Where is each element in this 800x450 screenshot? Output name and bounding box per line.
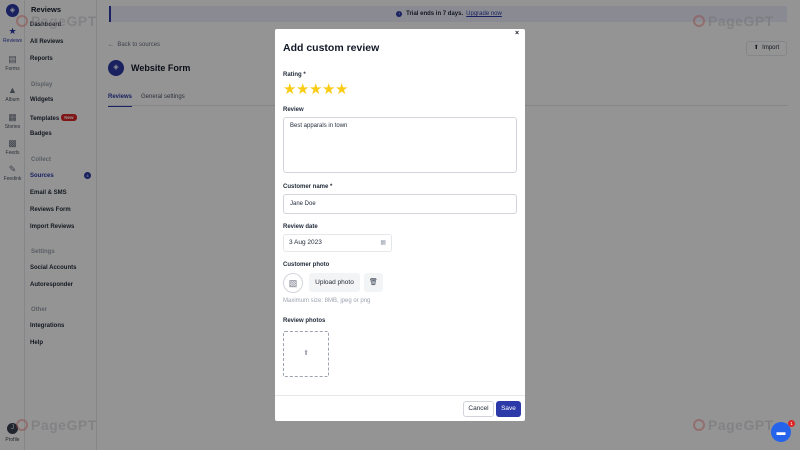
modal-title: Add custom review — [283, 42, 380, 54]
star-icon[interactable]: ★ — [322, 82, 335, 97]
rating-label: Rating * — [283, 72, 306, 78]
cancel-button[interactable]: Cancel — [463, 401, 494, 417]
review-date-label: Review date — [283, 224, 318, 230]
save-button[interactable]: Save — [496, 401, 521, 417]
chat-icon: ▬ — [776, 427, 786, 437]
upload-icon: ⬆ — [303, 350, 309, 357]
chat-notification-badge: 1 — [788, 420, 795, 427]
star-icon[interactable]: ★ — [335, 82, 348, 97]
review-photos-dropzone[interactable]: ⬆ — [283, 331, 329, 377]
max-size-hint: Maximum size: 8MB, jpeg or png — [283, 298, 371, 304]
review-label: Review — [283, 107, 304, 113]
modal-footer-divider — [275, 395, 525, 396]
review-photos-label: Review photos — [283, 318, 326, 324]
star-icon[interactable]: ★ — [309, 82, 322, 97]
add-review-modal: × Add custom review Rating * ★★★★★ Revie… — [275, 29, 525, 421]
review-date-input[interactable]: 3 Aug 2023 ▦ — [283, 234, 392, 252]
review-date-value: 3 Aug 2023 — [289, 239, 322, 246]
customer-name-input[interactable]: Jane Doe — [283, 194, 517, 214]
photo-placeholder-icon: ▧ — [283, 273, 303, 293]
close-icon[interactable]: × — [515, 30, 519, 37]
calendar-icon[interactable]: ▦ — [380, 235, 386, 251]
customer-name-label: Customer name * — [283, 184, 333, 190]
star-icon[interactable]: ★ — [296, 82, 309, 97]
trash-icon[interactable]: 🗑 — [364, 273, 383, 292]
upload-photo-button[interactable]: Upload photo — [309, 273, 360, 292]
star-rating[interactable]: ★★★★★ — [283, 82, 348, 97]
review-textarea[interactable]: Best apparals in town — [283, 117, 517, 173]
customer-photo-label: Customer photo — [283, 262, 330, 268]
star-icon[interactable]: ★ — [283, 82, 296, 97]
